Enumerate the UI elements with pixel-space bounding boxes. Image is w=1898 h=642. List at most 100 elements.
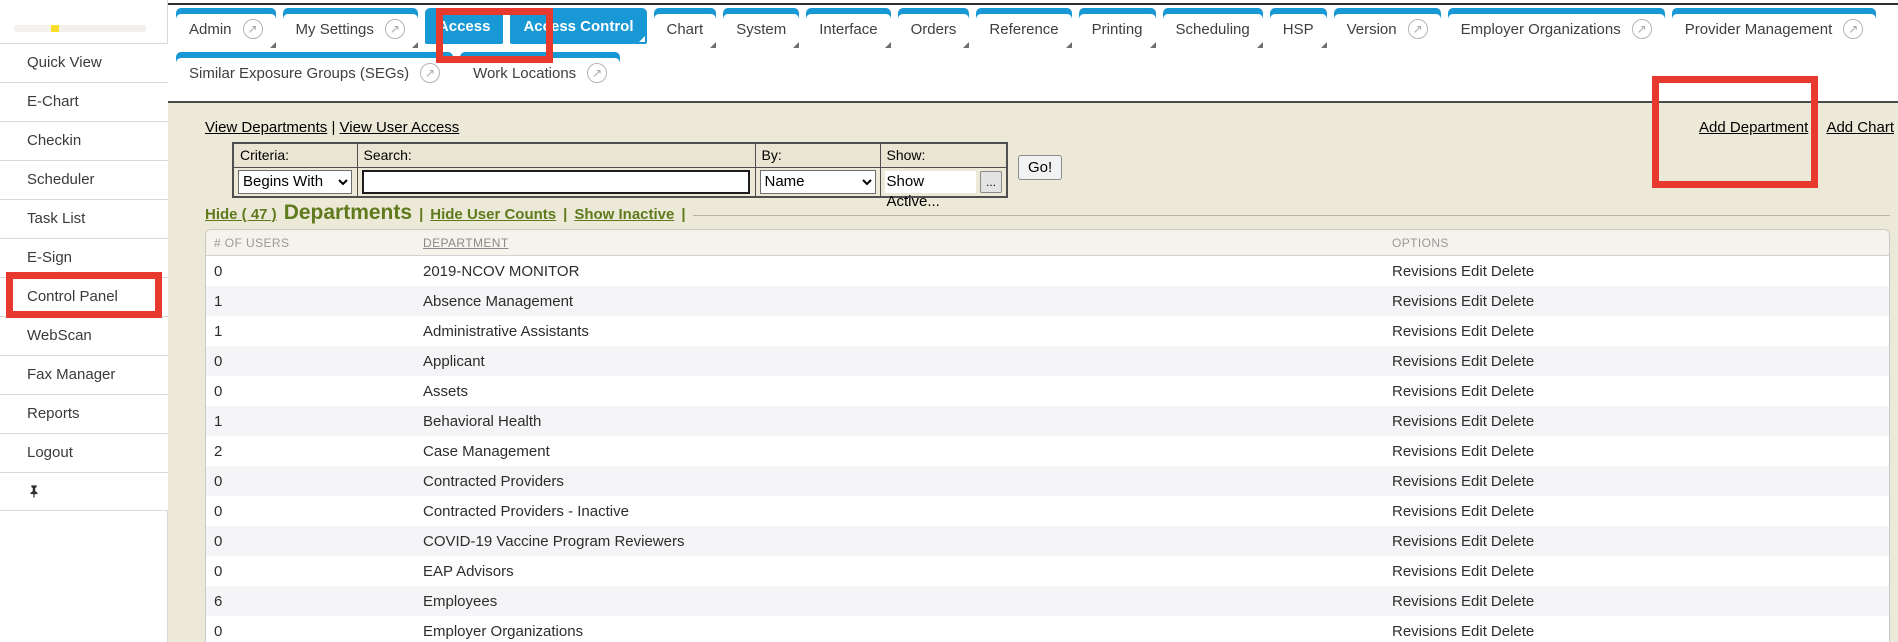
revisions-link[interactable]: Revisions xyxy=(1392,383,1457,400)
revisions-link[interactable]: Revisions xyxy=(1392,533,1457,550)
edit-link[interactable]: Edit xyxy=(1461,593,1487,610)
external-link-icon[interactable]: ↗ xyxy=(587,63,607,83)
tab-chart[interactable]: Chart xyxy=(654,8,717,44)
tab-interface[interactable]: Interface xyxy=(806,8,890,44)
tab-access[interactable]: Access xyxy=(425,8,504,44)
search-input[interactable] xyxy=(362,170,750,194)
edit-link[interactable]: Edit xyxy=(1461,293,1487,310)
revisions-link[interactable]: Revisions xyxy=(1392,443,1457,460)
revisions-link[interactable]: Revisions xyxy=(1392,413,1457,430)
edit-link[interactable]: Edit xyxy=(1461,533,1487,550)
delete-link[interactable]: Delete xyxy=(1491,563,1534,580)
view-user-access-link[interactable]: View User Access xyxy=(340,119,460,136)
tab-printing[interactable]: Printing xyxy=(1079,8,1156,44)
external-link-icon[interactable]: ↗ xyxy=(243,19,263,39)
tab-my-settings[interactable]: My Settings↗ xyxy=(283,8,418,44)
sidebar-item-control-panel[interactable]: Control Panel xyxy=(0,277,168,316)
edit-link[interactable]: Edit xyxy=(1461,623,1487,640)
criteria-select[interactable]: Begins With xyxy=(238,170,352,194)
sidebar-pin-toggle[interactable] xyxy=(0,472,168,511)
view-departments-link[interactable]: View Departments xyxy=(205,119,327,136)
delete-link[interactable]: Delete xyxy=(1491,593,1534,610)
tab-hsp[interactable]: HSP xyxy=(1270,8,1327,44)
options-cell: RevisionsEditDelete xyxy=(1392,503,1889,520)
sidebar-item-e-chart[interactable]: E-Chart xyxy=(0,82,168,121)
revisions-link[interactable]: Revisions xyxy=(1392,563,1457,580)
tab-scheduling[interactable]: Scheduling xyxy=(1163,8,1263,44)
tab-system[interactable]: System xyxy=(723,8,799,44)
external-link-icon[interactable]: ↗ xyxy=(1843,19,1863,39)
department-name-cell: 2019-NCOV MONITOR xyxy=(423,263,1392,280)
delete-link[interactable]: Delete xyxy=(1491,623,1534,640)
external-link-icon[interactable]: ↗ xyxy=(1408,19,1428,39)
edit-link[interactable]: Edit xyxy=(1461,443,1487,460)
tab-admin[interactable]: Admin↗ xyxy=(176,8,276,44)
sidebar-item-webscan[interactable]: WebScan xyxy=(0,316,168,355)
edit-link[interactable]: Edit xyxy=(1461,503,1487,520)
tab-bar-secondary: Similar Exposure Groups (SEGs)↗Work Loca… xyxy=(176,52,620,88)
separator: | xyxy=(681,206,685,223)
sidebar-item-scheduler[interactable]: Scheduler xyxy=(0,160,168,199)
tab-work-locations[interactable]: Work Locations↗ xyxy=(460,52,620,88)
edit-link[interactable]: Edit xyxy=(1461,263,1487,280)
submenu-fold-icon xyxy=(710,42,716,48)
delete-link[interactable]: Delete xyxy=(1491,293,1534,310)
sidebar-item-e-sign[interactable]: E-Sign xyxy=(0,238,168,277)
revisions-link[interactable]: Revisions xyxy=(1392,353,1457,370)
edit-link[interactable]: Edit xyxy=(1461,383,1487,400)
revisions-link[interactable]: Revisions xyxy=(1392,623,1457,640)
tab-reference[interactable]: Reference xyxy=(976,8,1071,44)
sidebar-item-fax-manager[interactable]: Fax Manager xyxy=(0,355,168,394)
department-column-header[interactable]: DEPARTMENT xyxy=(423,236,509,250)
sidebar-item-reports[interactable]: Reports xyxy=(0,394,168,433)
show-inactive-link[interactable]: Show Inactive xyxy=(574,206,674,223)
revisions-link[interactable]: Revisions xyxy=(1392,293,1457,310)
edit-link[interactable]: Edit xyxy=(1461,323,1487,340)
sidebar-item-task-list[interactable]: Task List xyxy=(0,199,168,238)
delete-link[interactable]: Delete xyxy=(1491,413,1534,430)
tab-label: Orders xyxy=(911,21,957,38)
delete-link[interactable]: Delete xyxy=(1491,533,1534,550)
delete-link[interactable]: Delete xyxy=(1491,443,1534,460)
tab-label: Scheduling xyxy=(1176,21,1250,38)
revisions-link[interactable]: Revisions xyxy=(1392,593,1457,610)
show-filter-more-button[interactable]: ... xyxy=(980,171,1002,193)
sidebar-item-quick-view[interactable]: Quick View xyxy=(0,43,168,82)
table-row: 0EAP AdvisorsRevisionsEditDelete xyxy=(206,556,1889,586)
revisions-link[interactable]: Revisions xyxy=(1392,473,1457,490)
edit-link[interactable]: Edit xyxy=(1461,563,1487,580)
tab-similar-exposure-groups-segs-[interactable]: Similar Exposure Groups (SEGs)↗ xyxy=(176,52,453,88)
delete-link[interactable]: Delete xyxy=(1491,383,1534,400)
delete-link[interactable]: Delete xyxy=(1491,323,1534,340)
sidebar-item-checkin[interactable]: Checkin xyxy=(0,121,168,160)
revisions-link[interactable]: Revisions xyxy=(1392,503,1457,520)
external-link-icon[interactable]: ↗ xyxy=(1632,19,1652,39)
delete-link[interactable]: Delete xyxy=(1491,263,1534,280)
external-link-icon[interactable]: ↗ xyxy=(385,19,405,39)
options-cell: RevisionsEditDelete xyxy=(1392,563,1889,580)
tab-employer-organizations[interactable]: Employer Organizations↗ xyxy=(1448,8,1665,44)
delete-link[interactable]: Delete xyxy=(1491,353,1534,370)
add-chart-link[interactable]: Add Chart xyxy=(1826,119,1894,136)
hide-user-counts-link[interactable]: Hide User Counts xyxy=(430,206,556,223)
by-select[interactable]: Name xyxy=(760,170,876,194)
revisions-link[interactable]: Revisions xyxy=(1392,323,1457,340)
external-link-icon[interactable]: ↗ xyxy=(420,63,440,83)
sidebar-item-logout[interactable]: Logout xyxy=(0,433,168,472)
delete-link[interactable]: Delete xyxy=(1491,503,1534,520)
edit-link[interactable]: Edit xyxy=(1461,473,1487,490)
tab-orders[interactable]: Orders xyxy=(898,8,970,44)
tab-version[interactable]: Version↗ xyxy=(1334,8,1441,44)
go-button[interactable]: Go! xyxy=(1018,155,1062,180)
revisions-link[interactable]: Revisions xyxy=(1392,263,1457,280)
edit-link[interactable]: Edit xyxy=(1461,353,1487,370)
add-department-link[interactable]: Add Department xyxy=(1699,119,1808,136)
tab-provider-management[interactable]: Provider Management↗ xyxy=(1672,8,1877,44)
link-separator: | xyxy=(331,119,335,136)
edit-link[interactable]: Edit xyxy=(1461,413,1487,430)
hide-count-link[interactable]: Hide ( 47 ) xyxy=(205,206,277,223)
table-row: 02019-NCOV MONITORRevisionsEditDelete xyxy=(206,256,1889,286)
options-cell: RevisionsEditDelete xyxy=(1392,593,1889,610)
tab-access-control[interactable]: Access Control xyxy=(510,8,646,44)
delete-link[interactable]: Delete xyxy=(1491,473,1534,490)
